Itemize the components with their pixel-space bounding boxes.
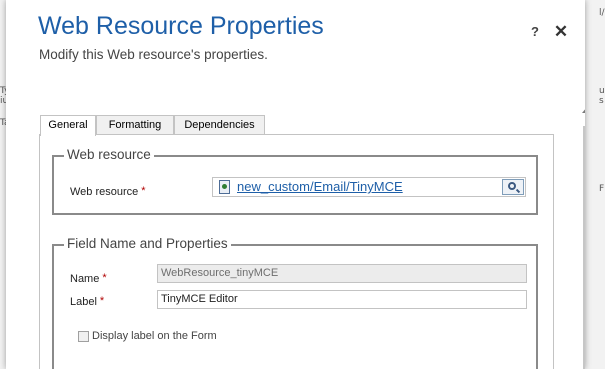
required-marker: * — [102, 272, 107, 284]
web-resource-section: Web resource Web resource * new_custom/Em… — [52, 147, 538, 215]
background-text: F — [599, 184, 605, 194]
background-text: s — [599, 96, 604, 106]
lookup-button[interactable] — [502, 179, 524, 195]
help-button[interactable]: ? — [528, 24, 542, 42]
label-label: Label * — [70, 295, 105, 308]
name-label: Name * — [70, 272, 107, 285]
web-resource-label: Web resource * — [70, 185, 146, 198]
label-field[interactable]: TinyMCE Editor — [157, 290, 527, 309]
background-text: l/ — [599, 8, 605, 18]
section-legend: Web resource — [64, 147, 154, 162]
screen: Ty iu Ta l/ u s F Web Resource Propertie… — [0, 0, 605, 369]
tab-dependencies[interactable]: Dependencies — [174, 115, 265, 134]
scroll-up-arrow-icon[interactable] — [582, 107, 585, 113]
web-resource-file-icon — [219, 180, 230, 194]
required-marker: * — [99, 295, 105, 307]
scrollbar-thumb[interactable] — [583, 126, 585, 369]
web-resource-link[interactable]: new_custom/Email/TinyMCE — [237, 179, 403, 194]
close-button[interactable]: ✕ — [552, 22, 570, 42]
web-resource-properties-dialog: Web Resource Properties Modify this Web … — [6, 0, 585, 369]
display-label-checkbox[interactable] — [78, 331, 89, 342]
general-tab-panel: Web resource Web resource * new_custom/Em… — [39, 134, 554, 369]
name-field: WebResource_tinyMCE — [157, 264, 527, 283]
tab-formatting[interactable]: Formatting — [96, 115, 174, 134]
section-legend: Field Name and Properties — [64, 236, 231, 251]
background-app-right: l/ u s F — [585, 0, 605, 369]
tab-general[interactable]: General — [40, 115, 96, 136]
web-resource-lookup[interactable]: new_custom/Email/TinyMCE — [212, 177, 526, 197]
background-text: u — [599, 86, 605, 96]
field-name-properties-section: Field Name and Properties Name * WebResou… — [52, 236, 538, 369]
display-label-checkbox-label: Display label on the Form — [92, 330, 217, 342]
dialog-title: Web Resource Properties — [38, 12, 324, 40]
required-marker: * — [141, 185, 146, 197]
lookup-search-icon — [508, 182, 516, 190]
dialog-subtitle: Modify this Web resource's properties. — [39, 47, 268, 62]
